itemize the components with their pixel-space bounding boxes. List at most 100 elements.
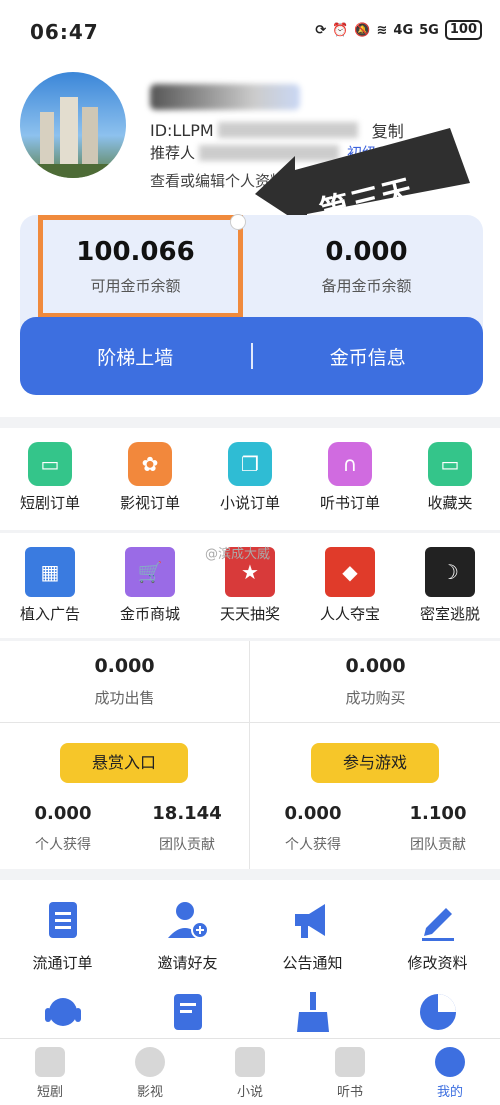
tile-label: 植入广告 [19, 605, 80, 623]
right-team-stat: 1.100 团队贡献 [383, 803, 493, 854]
document-edit-icon [173, 994, 202, 1030]
status-time: 06:47 [30, 20, 99, 44]
balance-action-bar: 阶梯上墙 金币信息 [20, 317, 483, 395]
escape-room-icon: ☽ [425, 547, 475, 597]
app-tile-treasure[interactable]: ◆ 人人夺宝 [300, 533, 400, 638]
add-user-icon [167, 902, 209, 939]
tab-mine[interactable]: 我的 [400, 1039, 500, 1105]
bought-value: 0.000 [345, 655, 406, 677]
reserve-balance-label: 备用金币余额 [321, 277, 412, 295]
tv-icon: ▭ [28, 442, 72, 486]
tab-label: 我的 [436, 1085, 463, 1100]
tool-invite-friends[interactable]: 邀请好友 [125, 898, 250, 973]
film-reel-icon: ✿ [128, 442, 172, 486]
right-team-value: 1.100 [409, 803, 467, 824]
signal-4g-icon: 4G [393, 22, 414, 38]
ladder-button[interactable]: 阶梯上墙 [20, 343, 251, 370]
app-tile-coin-mall[interactable]: 🛒 金币商城 [100, 533, 200, 638]
tile-label: 人人夺宝 [319, 605, 380, 623]
tab-label: 短剧 [36, 1085, 63, 1100]
tool-label: 公告通知 [282, 954, 343, 972]
order-tile-film[interactable]: ✿ 影视订单 [100, 428, 200, 530]
left-personal-stat: 0.000 个人获得 [8, 803, 118, 854]
tile-label: 天天抽奖 [219, 605, 280, 623]
bought-stat: 0.000 成功购买 [251, 641, 500, 721]
tool-statistics[interactable] [375, 990, 500, 1038]
tool-clean[interactable] [250, 990, 375, 1038]
tool-label: 邀请好友 [157, 954, 218, 972]
ad-placement-icon: ▦ [25, 547, 75, 597]
orders-grid: ▭ 短剧订单 ✿ 影视订单 ❐ 小说订单 ∩ 听书订单 ▭ 收藏夹 [0, 428, 500, 530]
customer-service-icon [44, 998, 81, 1026]
reward-entry-button[interactable]: 悬赏入口 [60, 743, 188, 783]
tool-label: 流通订单 [32, 954, 93, 972]
order-tile-novel[interactable]: ❐ 小说订单 [200, 428, 300, 530]
left-personal-label: 个人获得 [35, 837, 91, 853]
film-reel-icon [135, 1047, 165, 1077]
username-redacted [150, 84, 300, 110]
pencil-icon [421, 908, 454, 941]
divider [249, 641, 250, 869]
reserve-balance-value: 0.000 [325, 237, 408, 267]
right-personal-label: 个人获得 [285, 837, 341, 853]
tool-announcements[interactable]: 公告通知 [250, 898, 375, 973]
left-team-stat: 18.144 团队贡献 [132, 803, 242, 854]
bottom-tab-bar: 短剧 影视 小说 听书 我的 [0, 1038, 500, 1105]
tab-film[interactable]: 影视 [100, 1039, 200, 1105]
bought-label: 成功购买 [345, 689, 406, 707]
tab-novel[interactable]: 小说 [200, 1039, 300, 1105]
audio-book-icon [335, 1047, 365, 1077]
tile-label: 听书订单 [319, 494, 380, 512]
clipboard-icon [48, 902, 77, 938]
tv-icon: ▭ [428, 442, 472, 486]
treasure-bag-icon: ◆ [325, 547, 375, 597]
watermark: @滨成大威 [205, 547, 271, 562]
tv-icon [35, 1047, 65, 1077]
highlight-handle [230, 214, 246, 230]
status-bar: 06:47 ⟳ ⏰ 🔕 ≋ 4G 5G 100 [0, 0, 500, 62]
highlight-box [38, 215, 243, 318]
tab-audiobook[interactable]: 听书 [300, 1039, 400, 1105]
right-personal-stat: 0.000 个人获得 [258, 803, 368, 854]
left-team-label: 团队贡献 [159, 837, 215, 853]
tool-document[interactable] [125, 990, 250, 1038]
tile-label: 小说订单 [219, 494, 280, 512]
tool-circulation-orders[interactable]: 流通订单 [0, 898, 125, 973]
status-icons: ⟳ ⏰ 🔕 ≋ 4G 5G 100 [315, 20, 482, 40]
signal-5g-icon: 5G [419, 22, 439, 38]
tool-customer-service[interactable] [0, 990, 125, 1038]
order-tile-audiobook[interactable]: ∩ 听书订单 [300, 428, 400, 530]
tile-label: 金币商城 [119, 605, 180, 623]
tab-short-drama[interactable]: 短剧 [0, 1039, 100, 1105]
app-tile-escape-room[interactable]: ☽ 密室逃脱 [400, 533, 500, 638]
app-tile-ads[interactable]: ▦ 植入广告 [0, 533, 100, 638]
tile-label: 密室逃脱 [419, 605, 480, 623]
order-tile-favorites[interactable]: ▭ 收藏夹 [400, 428, 500, 530]
megaphone-icon [294, 904, 325, 938]
sold-stat: 0.000 成功出售 [0, 641, 249, 721]
divider [250, 343, 253, 369]
referrer-label: 推荐人 [150, 144, 196, 162]
stats-panel: 0.000 成功出售 0.000 成功购买 悬赏入口 参与游戏 0.000 个人… [0, 641, 500, 869]
tool-edit-profile[interactable]: 修改资料 [375, 898, 500, 973]
tile-label: 影视订单 [119, 494, 180, 512]
tab-label: 听书 [336, 1085, 363, 1100]
order-tile-short-drama[interactable]: ▭ 短剧订单 [0, 428, 100, 530]
tab-label: 影视 [136, 1085, 163, 1100]
left-team-value: 18.144 [152, 803, 222, 824]
user-id-label: ID:LLPM [150, 120, 214, 140]
tools-panel: 流通订单 邀请好友 公告通知 修改资料 [0, 880, 500, 1040]
right-team-label: 团队贡献 [410, 837, 466, 853]
book-icon [235, 1047, 265, 1077]
tile-label: 收藏夹 [427, 494, 473, 512]
broom-icon [296, 992, 329, 1032]
tile-label: 短剧订单 [19, 494, 80, 512]
alarm-icon: ⏰ [332, 22, 349, 38]
tab-label: 小说 [236, 1085, 263, 1100]
user-icon [435, 1047, 465, 1077]
coin-info-button[interactable]: 金币信息 [253, 343, 484, 370]
avatar[interactable] [20, 72, 126, 178]
join-game-button[interactable]: 参与游戏 [311, 743, 439, 783]
pie-chart-icon [419, 994, 456, 1030]
shopping-cart-icon: 🛒 [125, 547, 175, 597]
